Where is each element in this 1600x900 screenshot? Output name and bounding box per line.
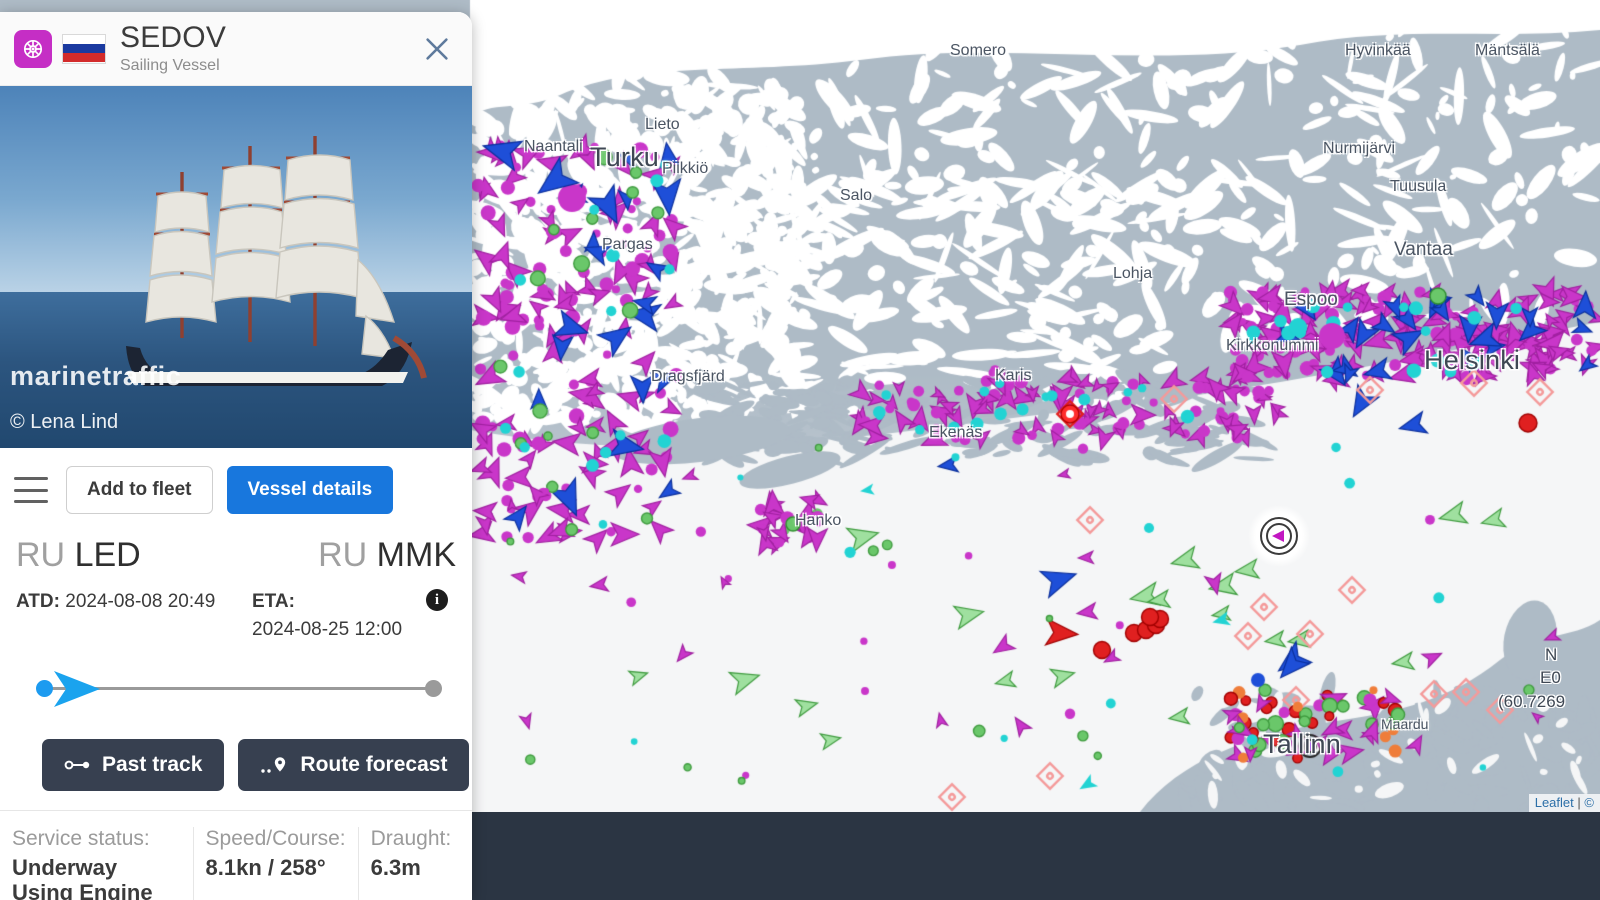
past-track-button[interactable]: Past track — [42, 739, 225, 791]
past-track-label: Past track — [102, 753, 203, 776]
photo-credit: © Lena Lind — [10, 411, 119, 433]
leaflet-link[interactable]: Leaflet — [1535, 795, 1574, 810]
add-to-fleet-button[interactable]: Add to fleet — [66, 466, 213, 514]
stat-label: Speed/Course: — [205, 827, 346, 850]
info-icon[interactable]: i — [426, 589, 448, 611]
map-edge-label-east: E0 — [1540, 668, 1561, 687]
stat-speed-course: Speed/Course: 8.1kn / 258° — [194, 827, 359, 900]
map-attribution: Leaflet | © — [1528, 794, 1600, 812]
atd-label: ATD: — [16, 591, 60, 612]
track-buttons: Past track Route forecast — [0, 721, 472, 791]
route-forecast-label: Route forecast — [300, 753, 448, 776]
voyage-progress[interactable] — [36, 659, 442, 721]
photo-watermark: marinetraffic — [10, 361, 182, 391]
progress-end-dot — [425, 680, 442, 697]
attribution-copyright: © — [1584, 795, 1594, 810]
selected-vessel-marker[interactable] — [1248, 505, 1310, 567]
stat-label: Service status: — [12, 827, 150, 850]
vessel-stats-bar: Service status: Underway Using Engine Sp… — [0, 810, 472, 900]
stat-value: Underway Using Engine — [12, 855, 153, 900]
panel-header: SEDOV Sailing Vessel — [0, 12, 472, 86]
map-pin-icon — [261, 757, 286, 773]
departure-port[interactable]: RU LED — [16, 536, 141, 575]
vessel-heading-arrow — [1272, 530, 1284, 542]
departure-code: LED — [74, 536, 141, 574]
vessel-photo[interactable]: marinetraffic © Lena Lind — [0, 86, 472, 448]
track-line-icon — [64, 760, 90, 770]
eta-block: ETA: 2024-08-25 12:00 — [252, 591, 402, 641]
stat-label: Draught: — [370, 827, 452, 850]
vessel-type-label: Sailing Vessel — [120, 57, 220, 74]
panel-action-bar: Add to fleet Vessel details — [0, 448, 472, 518]
stat-value: 6.3m — [370, 855, 421, 880]
stat-value: 8.1kn / 258° — [205, 855, 326, 880]
ship-wheel-icon — [14, 29, 52, 68]
stat-draught: Draught: 6.3m — [359, 827, 472, 900]
atd-value: 2024-08-08 20:49 — [65, 591, 216, 612]
route-times: ATD: 2024-08-08 20:49 ETA: 2024-08-25 12… — [0, 575, 472, 641]
map-edge-label-north: N — [1545, 645, 1558, 664]
progress-vessel-arrow[interactable] — [50, 667, 104, 717]
attribution-separator: | — [1577, 795, 1581, 810]
close-icon[interactable] — [420, 32, 454, 66]
eta-label: ETA: — [252, 591, 295, 612]
atd-block: ATD: 2024-08-08 20:49 — [16, 591, 252, 641]
vessel-details-button[interactable]: Vessel details — [226, 466, 394, 514]
route-ports: RU LED RU MMK — [0, 518, 472, 575]
arrival-code: MMK — [376, 536, 456, 574]
arrival-port[interactable]: RU MMK — [318, 536, 456, 575]
map-coordinate-readout: (60.7269 — [1498, 692, 1566, 711]
stat-service-status: Service status: Underway Using Engine — [0, 827, 194, 900]
vessel-name: SEDOV — [120, 21, 227, 54]
vessel-info-panel: SEDOV Sailing Vessel marinetraffic © Len… — [0, 12, 472, 900]
russia-flag — [62, 33, 106, 64]
hamburger-menu-icon[interactable] — [14, 477, 48, 503]
departure-country: RU — [16, 536, 66, 574]
eta-value: 2024-08-25 12:00 — [252, 619, 403, 640]
arrival-country: RU — [318, 536, 368, 574]
route-forecast-button[interactable]: Route forecast — [238, 739, 470, 791]
